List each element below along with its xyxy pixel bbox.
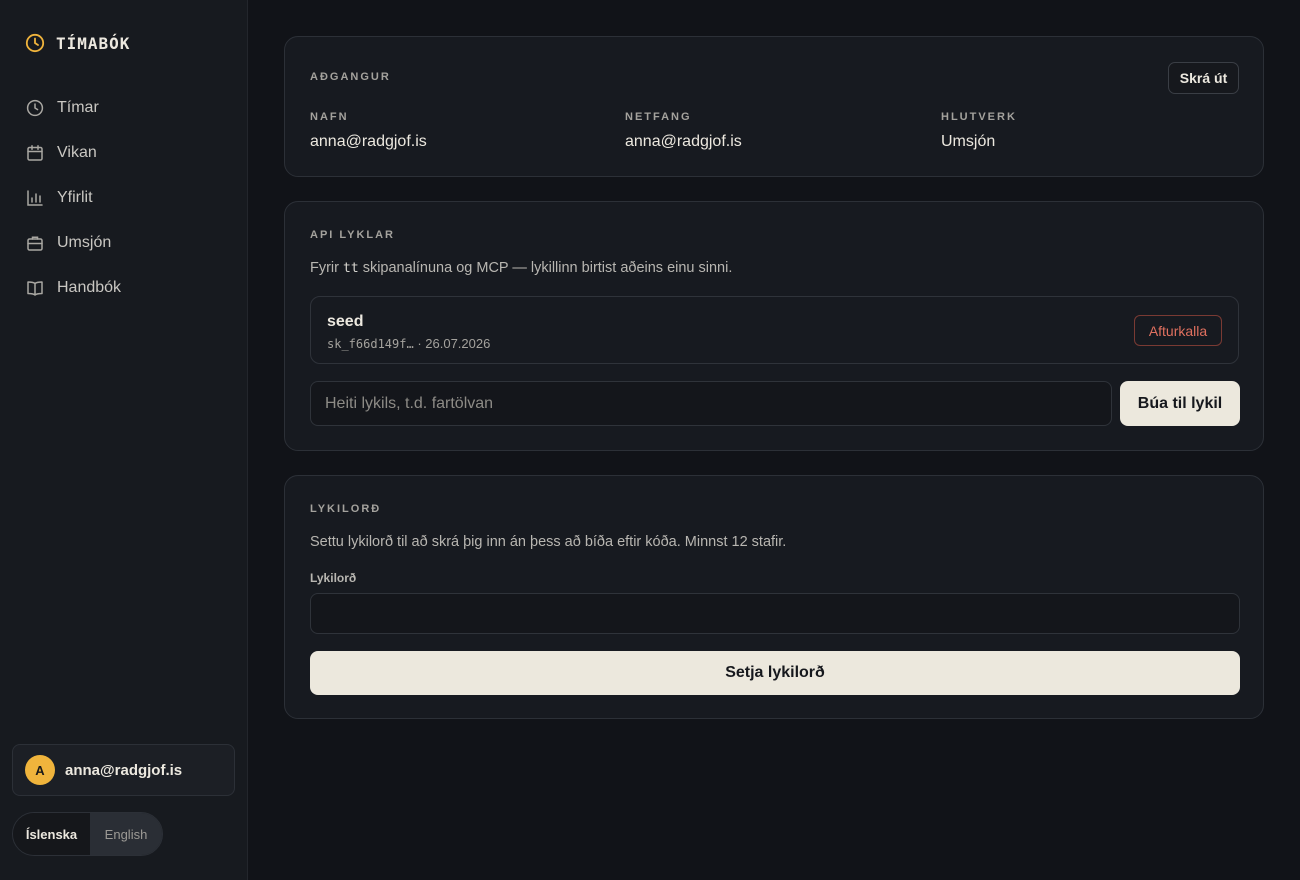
name-label: NAFN — [310, 111, 349, 123]
password-card: LYKILORÐ Settu lykilorð til að skrá þig … — [284, 475, 1264, 719]
new-key-name-input[interactable] — [310, 381, 1112, 426]
api-keys-description: Fyrir tt skipanalínuna og MCP — lykillin… — [310, 260, 732, 276]
avatar: A — [25, 755, 55, 785]
api-keys-card: API LYKLAR Fyrir tt skipanalínuna og MCP… — [284, 201, 1264, 451]
sidebar-nav: Tímar Vikan Yfirlit Umsjón Handbók — [0, 85, 248, 310]
api-key-prefix: sk_f66d149f… — [327, 337, 414, 351]
sidebar-item-label: Handbók — [57, 278, 122, 296]
name-value: anna@radgjof.is — [310, 133, 427, 150]
description-text: skipanalínuna og MCP — lykillinn birtist… — [358, 260, 733, 276]
description-text: Fyrir — [310, 260, 344, 276]
command-code: tt — [343, 261, 359, 276]
sidebar-item-label: Umsjón — [57, 233, 112, 251]
sidebar-item-label: Tímar — [57, 98, 99, 116]
revoke-button[interactable]: Afturkalla — [1134, 315, 1222, 346]
account-title: AÐGANGUR — [310, 71, 391, 83]
clock-icon — [26, 99, 44, 117]
clock-icon — [25, 33, 45, 53]
brand[interactable]: TÍMABÓK — [25, 33, 130, 53]
sidebar-item-handbok[interactable]: Handbók — [0, 265, 248, 310]
api-keys-title: API LYKLAR — [310, 229, 395, 241]
account-card: AÐGANGUR Skrá út NAFN anna@radgjof.is NE… — [284, 36, 1264, 177]
language-option-english[interactable]: English — [90, 813, 162, 855]
app-name: TÍMABÓK — [56, 33, 131, 53]
language-option-icelandic[interactable]: Íslenska — [13, 813, 90, 855]
password-input[interactable] — [310, 593, 1240, 634]
language-switcher: Íslenska English — [12, 812, 163, 856]
briefcase-icon — [26, 234, 44, 252]
email-label: NETFANG — [625, 111, 692, 123]
role-label: HLUTVERK — [941, 111, 1017, 123]
api-key-meta: sk_f66d149f… · 26.07.2026 — [327, 336, 490, 351]
calendar-icon — [26, 144, 44, 162]
sidebar-item-yfirlit[interactable]: Yfirlit — [0, 175, 248, 220]
sidebar: TÍMABÓK Tímar Vikan Yfirlit Umsjón Handb… — [0, 0, 248, 880]
sidebar-item-label: Vikan — [57, 143, 97, 161]
user-email: anna@radgjof.is — [65, 761, 183, 779]
book-icon — [26, 279, 44, 297]
role-value: Umsjón — [941, 133, 996, 150]
password-description: Settu lykilorð til að skrá þig inn án þe… — [310, 534, 787, 550]
sidebar-item-timar[interactable]: Tímar — [0, 85, 248, 130]
user-menu[interactable]: A anna@radgjof.is — [12, 744, 235, 796]
api-key-date: · 26.07.2026 — [417, 336, 491, 351]
password-title: LYKILORÐ — [310, 503, 382, 515]
sidebar-item-label: Yfirlit — [57, 188, 93, 206]
sidebar-item-umsjon[interactable]: Umsjón — [0, 220, 248, 265]
sidebar-item-vikan[interactable]: Vikan — [0, 130, 248, 175]
logout-button[interactable]: Skrá út — [1168, 62, 1239, 94]
password-field-label: Lykilorð — [310, 571, 357, 585]
bar-chart-icon — [26, 189, 44, 207]
api-key-name: seed — [327, 313, 364, 330]
api-key-row: seed sk_f66d149f… · 26.07.2026 Afturkall… — [310, 296, 1239, 364]
create-key-button[interactable]: Búa til lykil — [1120, 381, 1240, 426]
email-value: anna@radgjof.is — [625, 133, 742, 150]
set-password-button[interactable]: Setja lykilorð — [310, 651, 1240, 695]
